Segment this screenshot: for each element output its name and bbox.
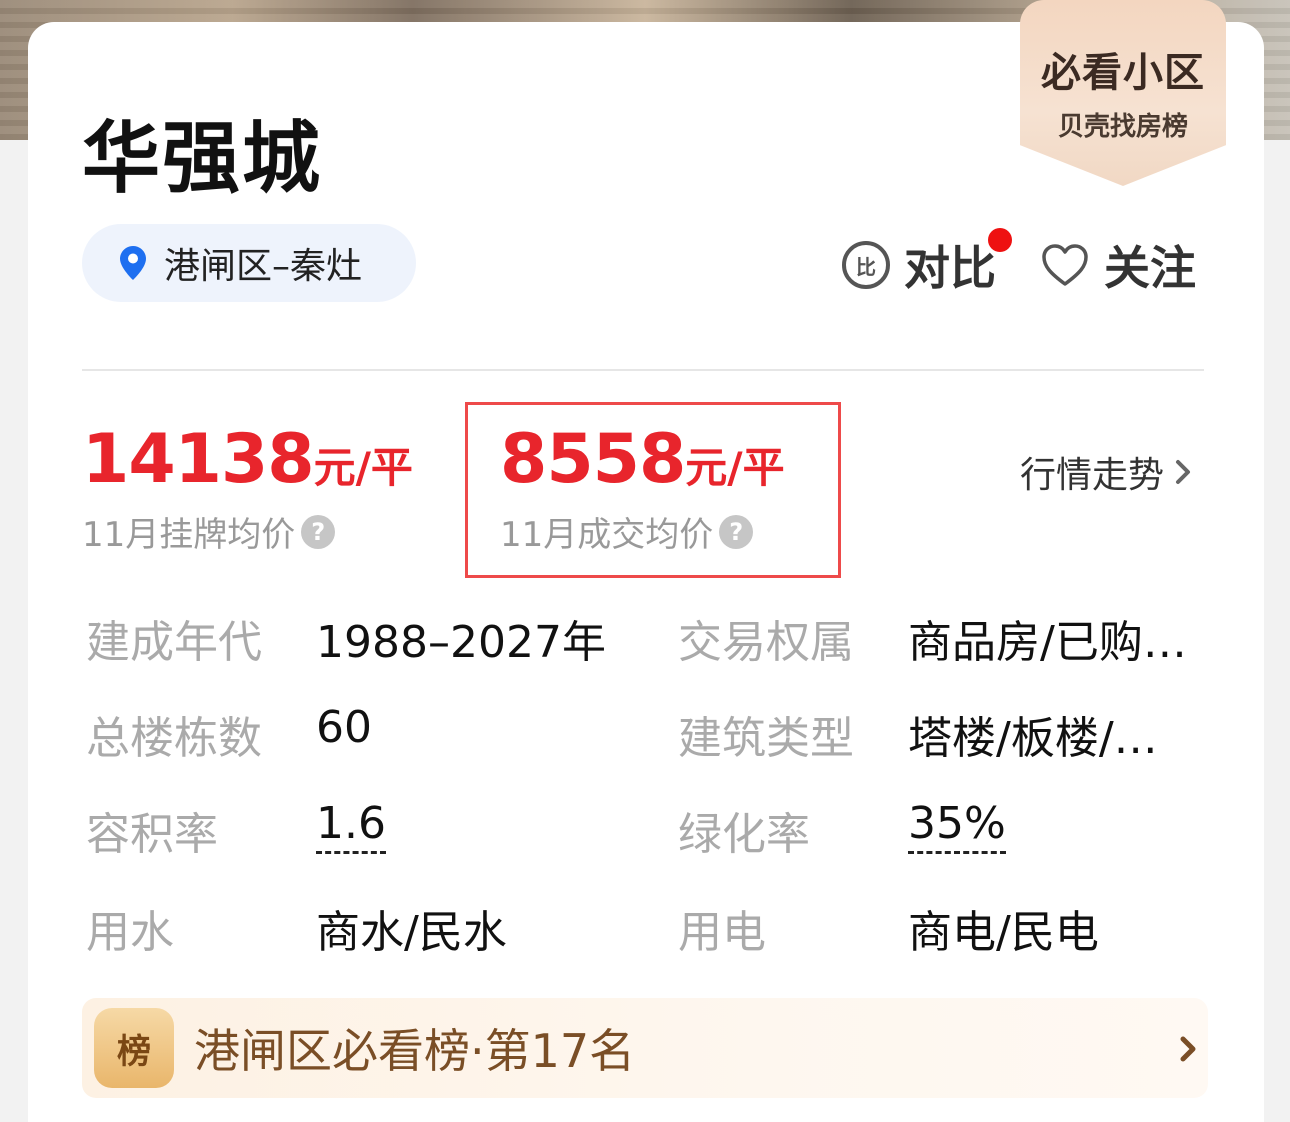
follow-label: 关注 bbox=[1104, 241, 1196, 295]
deal-price-label: 11月成交均价 bbox=[500, 515, 714, 555]
listing-price-block: 14138元/平 11月挂牌均价 ? bbox=[82, 420, 413, 556]
building-type-value: 塔楼/板楼/… bbox=[908, 713, 1158, 764]
badge-subtitle: 贝壳找房榜 bbox=[1057, 112, 1188, 142]
follow-button[interactable]: 关注 bbox=[1040, 232, 1196, 298]
electricity-value: 商电/民电 bbox=[908, 907, 1099, 958]
building-count-value: 60 bbox=[316, 702, 372, 753]
trend-link-label: 行情走势 bbox=[1020, 455, 1165, 496]
rank-icon: 榜 bbox=[94, 1008, 174, 1088]
plot-ratio-value[interactable]: 1.6 bbox=[316, 798, 386, 854]
deal-price-value: 8558 bbox=[500, 420, 686, 499]
community-name: 华强城 bbox=[82, 114, 323, 204]
notification-dot bbox=[988, 228, 1012, 252]
build-era-key: 建成年代 bbox=[86, 617, 262, 668]
deal-price-unit: 元/平 bbox=[685, 443, 785, 492]
ranking-text: 港闸区必看榜·第17名 bbox=[194, 1024, 636, 1078]
listing-price-label: 11月挂牌均价 bbox=[82, 515, 296, 555]
ownership-value: 商品房/已购… bbox=[908, 617, 1187, 668]
heart-icon bbox=[1042, 244, 1088, 286]
chevron-right-icon bbox=[1180, 1036, 1196, 1062]
water-key: 用水 bbox=[86, 907, 174, 958]
location-text: 港闸区–秦灶 bbox=[164, 246, 363, 287]
info-row: 用水 商水/民水 用电 商电/民电 bbox=[86, 896, 1226, 958]
water-value: 商水/民水 bbox=[316, 907, 507, 958]
location-pin-icon bbox=[120, 246, 146, 280]
help-icon[interactable]: ? bbox=[301, 514, 336, 549]
listing-price-unit: 元/平 bbox=[313, 443, 413, 492]
info-row: 总楼栋数 60 建筑类型 塔楼/板楼/… bbox=[86, 702, 1226, 764]
divider bbox=[82, 369, 1204, 371]
info-row: 建成年代 1988–2027年 交易权属 商品房/已购… bbox=[86, 606, 1226, 668]
badge-title: 必看小区 bbox=[1041, 50, 1205, 96]
deal-price-block: 8558元/平 11月成交均价 ? bbox=[500, 420, 785, 556]
build-era-value: 1988–2027年 bbox=[316, 617, 606, 668]
compare-icon: 比 bbox=[842, 241, 890, 289]
compare-label: 对比 bbox=[904, 241, 996, 295]
compare-button[interactable]: 比 对比 bbox=[842, 228, 1012, 298]
plot-ratio-key: 容积率 bbox=[86, 809, 218, 860]
info-row: 容积率 1.6 绿化率 35% bbox=[86, 798, 1226, 860]
building-count-key: 总楼栋数 bbox=[86, 713, 262, 764]
green-ratio-key: 绿化率 bbox=[678, 809, 810, 860]
building-type-key: 建筑类型 bbox=[678, 713, 854, 764]
green-ratio-value[interactable]: 35% bbox=[908, 798, 1006, 854]
location-pill[interactable]: 港闸区–秦灶 bbox=[82, 224, 416, 302]
market-trend-link[interactable]: 行情走势 bbox=[1020, 446, 1192, 498]
help-icon[interactable]: ? bbox=[719, 514, 754, 549]
chevron-right-icon bbox=[1176, 460, 1191, 484]
electricity-key: 用电 bbox=[678, 907, 766, 958]
ownership-key: 交易权属 bbox=[678, 617, 854, 668]
ranking-banner[interactable]: 榜 港闸区必看榜·第17名 bbox=[82, 998, 1208, 1098]
listing-price-value: 14138 bbox=[82, 420, 315, 499]
